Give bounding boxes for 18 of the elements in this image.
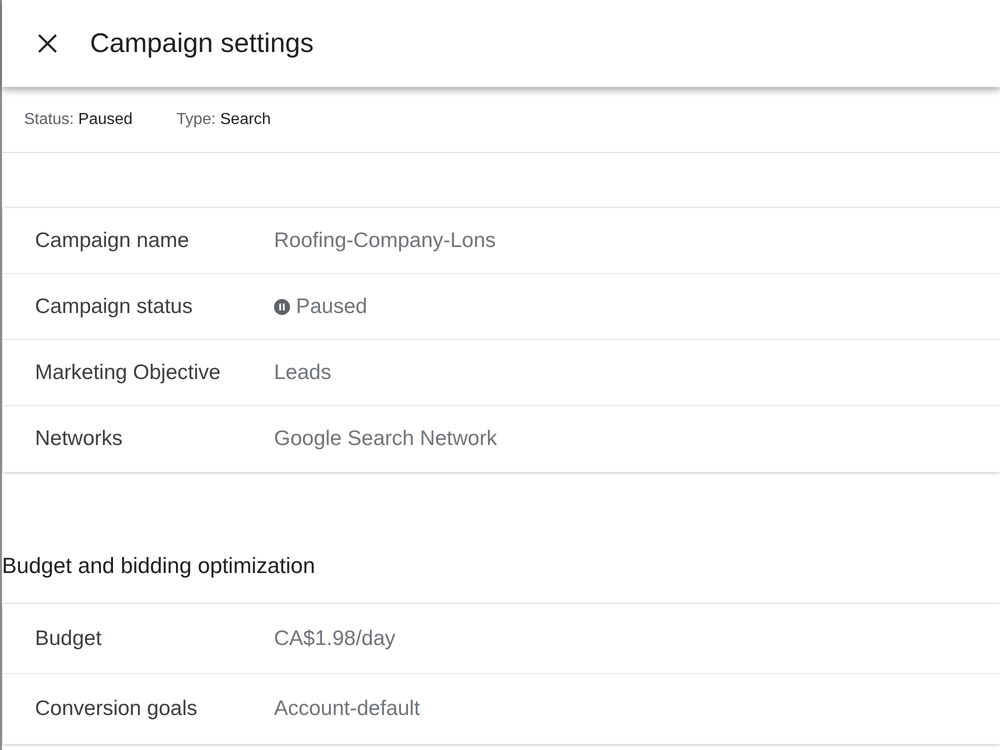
setting-value: Leads bbox=[274, 360, 332, 384]
summary-item: Status: Paused bbox=[24, 110, 133, 128]
summary-item: Type: Search bbox=[176, 110, 271, 128]
panel-title: Campaign settings bbox=[90, 28, 314, 59]
setting-label: Conversion goals bbox=[35, 697, 198, 721]
setting-label: Networks bbox=[35, 427, 123, 451]
section-title: Budget and bidding optimization bbox=[2, 553, 316, 579]
close-icon bbox=[38, 34, 56, 53]
setting-value: CA$1.98/day bbox=[274, 626, 396, 650]
setting-label: Campaign name bbox=[35, 228, 190, 252]
setting-label: Budget bbox=[35, 626, 102, 650]
setting-value: Google Search Network bbox=[274, 427, 497, 451]
setting-label: Marketing Objective bbox=[35, 360, 221, 384]
setting-value: Paused bbox=[296, 294, 368, 318]
setting-label: Campaign status bbox=[35, 294, 193, 318]
pause-icon bbox=[274, 298, 290, 314]
setting-value: Roofing-Company-Lons bbox=[274, 228, 496, 252]
setting-value: Account-default bbox=[274, 697, 420, 721]
